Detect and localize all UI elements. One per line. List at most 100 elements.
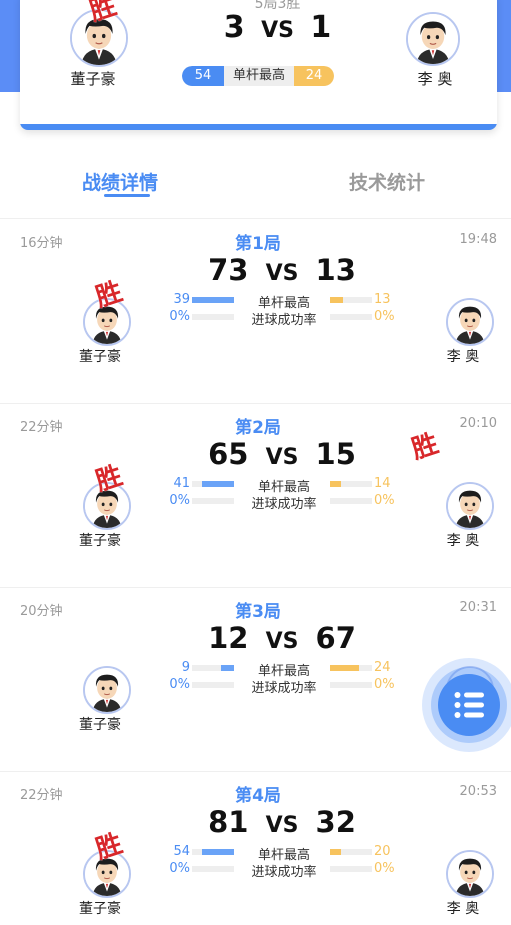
left-player-name: 董子豪 [79,533,121,549]
game-time: 20:53 [459,784,497,799]
right-player-name: 李 奥 [446,533,480,549]
left-high-break-bar [192,665,234,671]
left-total-score: 3 [223,10,245,45]
game-title: 第3局 [235,602,281,622]
left-pot-rate-bar [192,682,234,688]
right-pot-rate: 0% [374,677,395,692]
right-player-name: 李 奥 [446,901,480,917]
left-high-break-bar [192,297,234,303]
high-break-stat-row: 54 单杆最高 20 [168,844,400,863]
right-player-avatar[interactable] [446,482,494,530]
right-high-break: 14 [374,476,391,491]
menu-fab-button[interactable] [438,674,500,736]
left-game-score: 73 [208,253,249,287]
pot-rate-stat-row: 0% 进球成功率 0% [168,493,400,512]
left-player-name: 董子豪 [79,717,121,733]
highest-break-label: 单杆最高 [232,68,285,83]
vs-label: VS [265,813,299,838]
pot-rate-stat-row: 0% 进球成功率 0% [168,309,400,328]
pot-rate-label: 进球成功率 [251,865,317,880]
right-pot-rate: 0% [374,309,395,324]
right-high-break-bar [330,297,372,303]
left-pot-rate: 0% [169,861,190,876]
left-player-name: 董子豪 [70,70,116,88]
cartoon-avatar-icon [448,484,492,528]
left-player-avatar[interactable] [83,666,131,714]
right-high-break-bar [330,481,372,487]
pot-rate-label: 进球成功率 [251,497,317,512]
vs-label: VS [265,445,299,470]
game-title: 第4局 [235,786,281,806]
right-highest-break: 24 [294,66,334,86]
left-high-break: 41 [173,476,190,491]
game-score: 12 VS 67 [0,621,511,655]
right-player-name: 李 奥 [446,349,480,365]
high-break-stat-row: 9 单杆最高 24 [168,660,400,679]
right-pot-rate-bar [330,498,372,504]
right-high-break: 24 [374,660,391,675]
right-high-break: 20 [374,844,391,859]
left-pot-rate: 0% [169,309,190,324]
left-player-name: 董子豪 [79,901,121,917]
right-pot-rate-bar [330,314,372,320]
left-pot-rate: 0% [169,677,190,692]
left-high-break: 9 [181,660,190,675]
right-game-score: 15 [315,437,356,471]
card-accent-bar [20,124,497,130]
right-pot-rate: 0% [374,493,395,508]
right-high-break: 13 [374,292,391,307]
game-time: 19:48 [459,232,497,247]
cartoon-avatar-icon [408,14,458,64]
right-game-score: 13 [315,253,356,287]
game-time: 20:31 [459,600,497,615]
left-high-break-bar [192,481,234,487]
active-tab-indicator [104,194,150,197]
pot-rate-label: 进球成功率 [251,313,317,328]
left-high-break-bar [192,849,234,855]
tab-technical-stats[interactable]: 技术统计 [349,168,425,195]
vs-label: VS [265,629,299,654]
left-game-score: 65 [208,437,249,471]
highest-break-bar: 54 单杆最高 24 [182,66,334,86]
cartoon-avatar-icon [448,300,492,344]
left-pot-rate: 0% [169,493,190,508]
pot-rate-label: 进球成功率 [251,681,317,696]
game-score: 81 VS 32 [0,805,511,839]
game-card[interactable]: 22分钟 第4局 20:53 81 VS 32 董子豪 李 奥 胜 54 单杆最… [0,772,511,925]
left-game-score: 81 [208,805,249,839]
list-menu-icon [454,692,484,718]
left-high-break: 54 [173,844,190,859]
game-time: 20:10 [459,416,497,431]
right-high-break-bar [330,849,372,855]
right-player-name: 李 奥 [417,70,453,88]
game-card[interactable]: 16分钟 第1局 19:48 73 VS 13 董子豪 李 奥 胜 39 单杆最… [0,220,511,404]
match-summary-card: 5局3胜 3 VS 1 胜 董子豪 李 奥 54 单杆最高 24 [20,0,497,130]
game-card[interactable]: 22分钟 第2局 20:10 65 VS 15 董子豪 李 奥 胜 41 单杆最… [0,404,511,588]
vs-label: VS [261,18,294,43]
right-pot-rate: 0% [374,861,395,876]
cartoon-avatar-icon [448,852,492,896]
tab-match-details[interactable]: 战绩详情 [82,168,158,195]
right-player-avatar[interactable] [446,298,494,346]
pot-rate-stat-row: 0% 进球成功率 0% [168,677,400,696]
right-pot-rate-bar [330,866,372,872]
right-total-score: 1 [310,10,332,45]
right-player-avatar[interactable] [446,850,494,898]
cartoon-avatar-icon [85,668,129,712]
pot-rate-stat-row: 0% 进球成功率 0% [168,861,400,880]
right-pot-rate-bar [330,682,372,688]
game-score: 73 VS 13 [0,253,511,287]
left-game-score: 12 [208,621,249,655]
right-high-break-bar [330,665,372,671]
left-highest-break: 54 [182,66,224,86]
left-high-break: 39 [173,292,190,307]
high-break-stat-row: 39 单杆最高 13 [168,292,400,311]
right-game-score: 32 [315,805,356,839]
game-title: 第1局 [235,234,281,254]
right-game-score: 67 [315,621,356,655]
match-detail-page: 5局3胜 3 VS 1 胜 董子豪 李 奥 54 单杆最高 24 战绩详情 技术… [0,0,511,925]
left-player-name: 董子豪 [79,349,121,365]
right-player-avatar[interactable] [406,12,460,66]
left-pot-rate-bar [192,314,234,320]
vs-label: VS [265,261,299,286]
